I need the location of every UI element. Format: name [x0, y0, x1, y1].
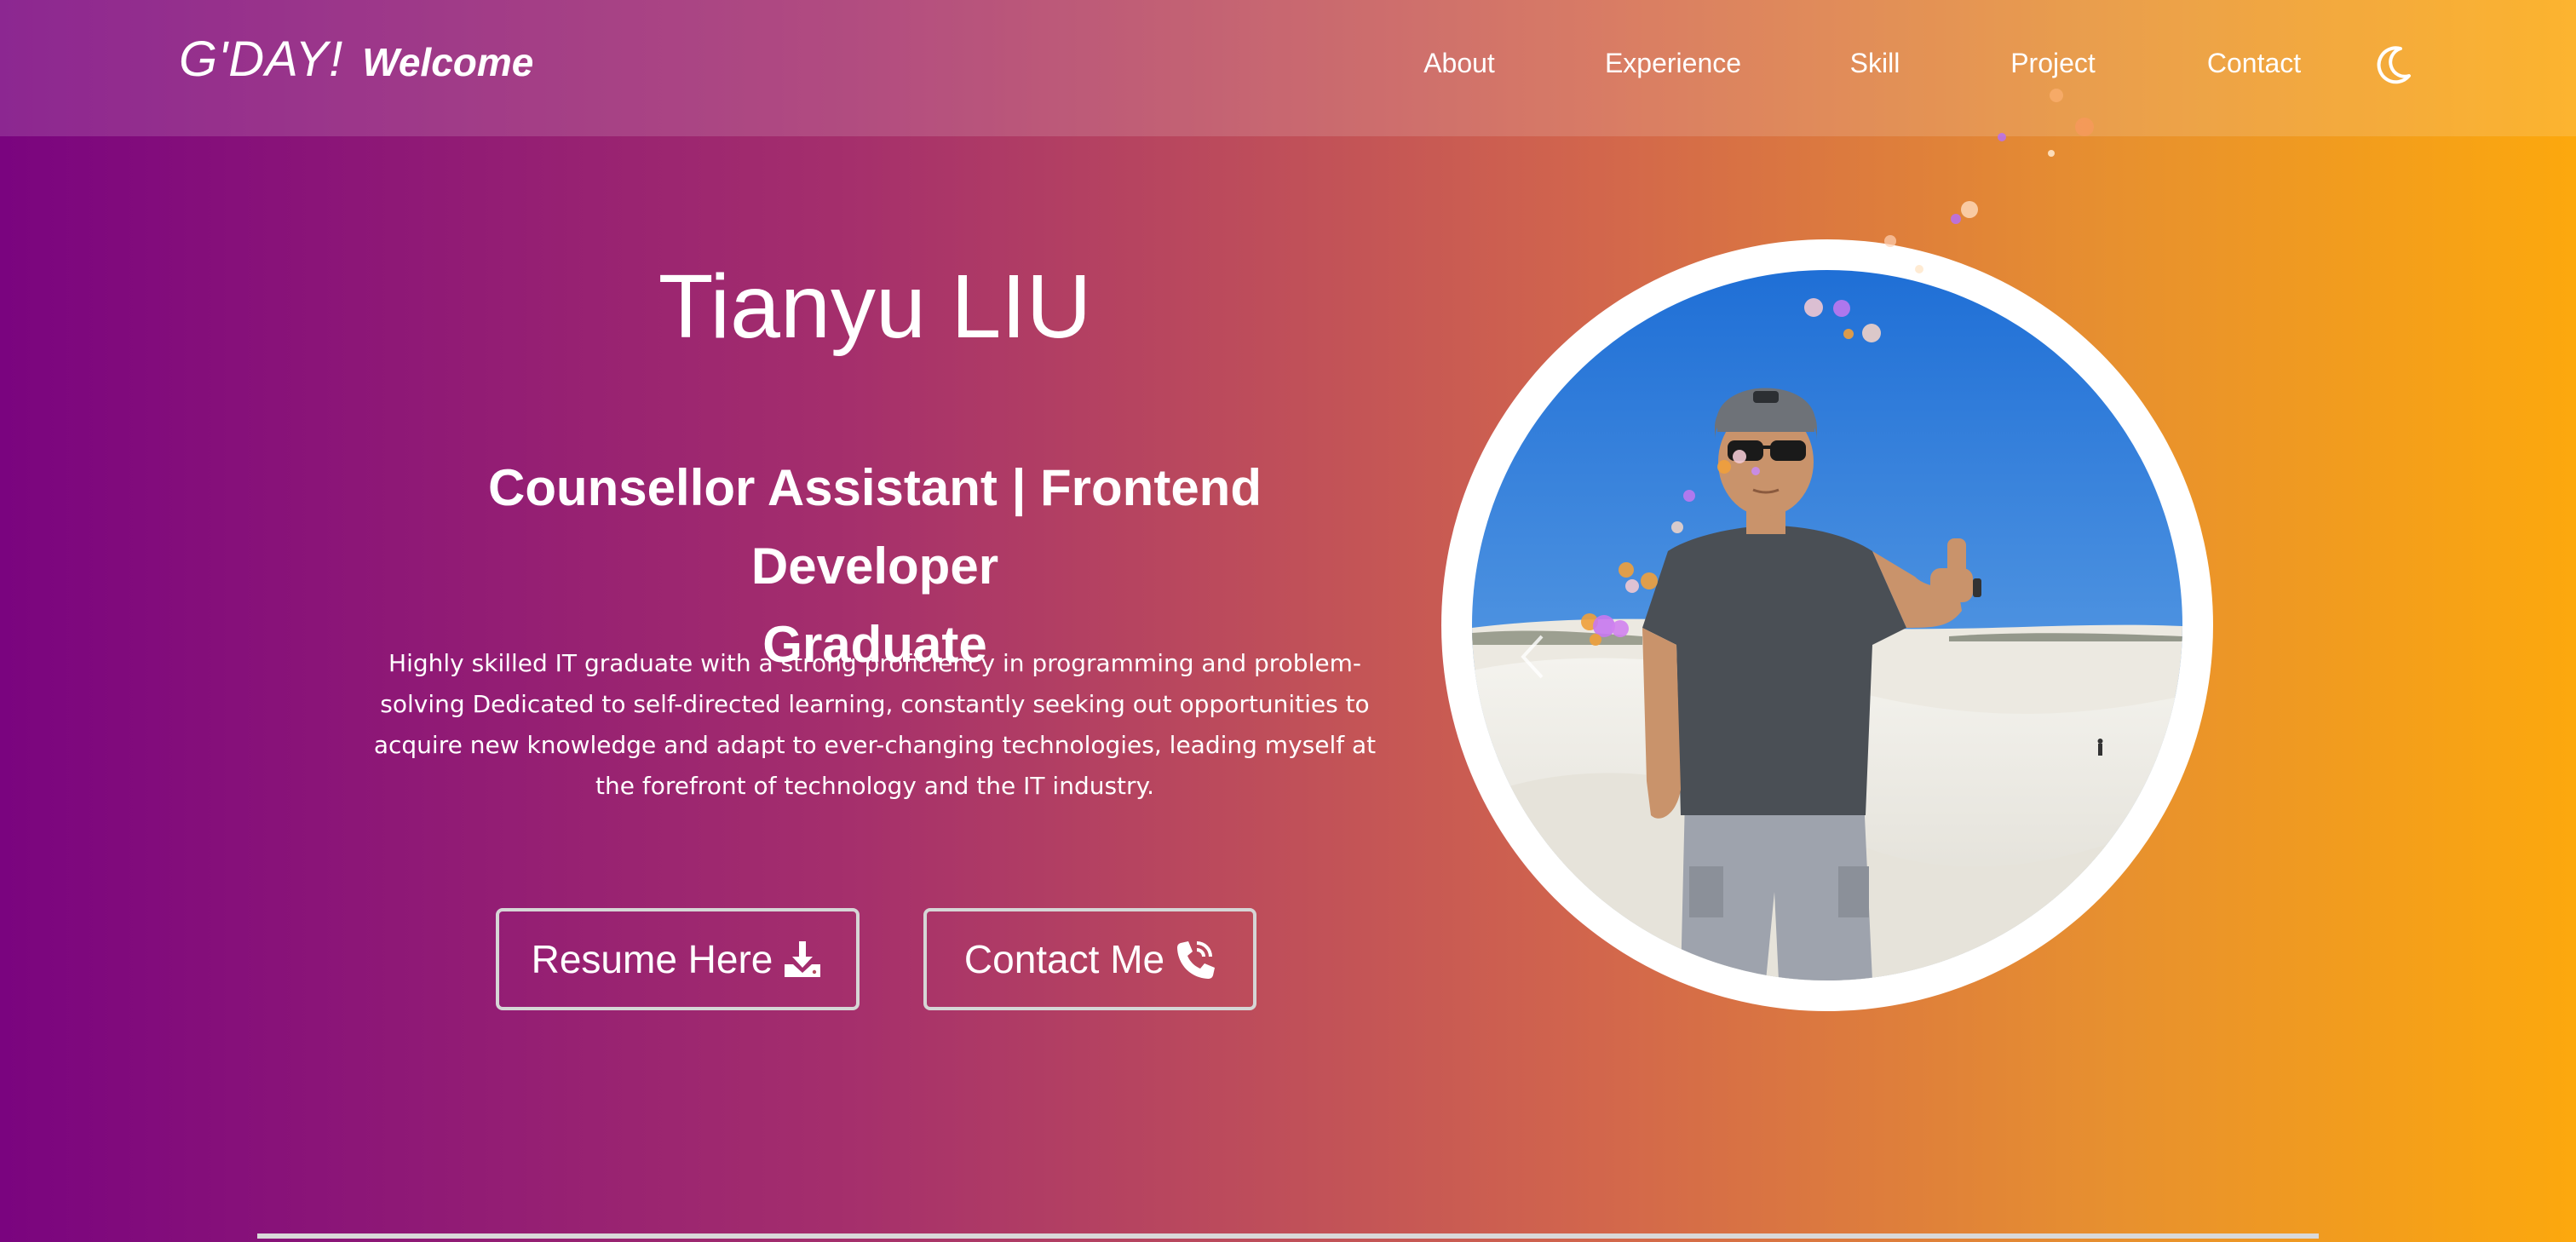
section-divider: [257, 1233, 2319, 1239]
particle: [1733, 450, 1746, 463]
particle: [2075, 118, 2094, 136]
nav-item-experience[interactable]: Experience: [1605, 48, 1741, 79]
particle: [1862, 324, 1881, 342]
particle: [1833, 300, 1850, 317]
chevron-left-icon[interactable]: [1516, 633, 1550, 681]
phone-call-icon: [1173, 938, 1216, 980]
particle: [1683, 490, 1695, 502]
particle: [1843, 329, 1854, 339]
hero-name: Tianyu LIU: [658, 256, 1092, 357]
download-icon: [781, 938, 824, 980]
particle: [1804, 298, 1823, 317]
particle: [1915, 265, 1923, 273]
nav-item-contact[interactable]: Contact: [2207, 48, 2301, 79]
contact-me-button-label: Contact Me: [963, 937, 1165, 981]
particle: [1751, 467, 1760, 475]
navbar: G'DAY! Welcome About Experience Skill Pr…: [0, 0, 2576, 136]
particle: [1590, 634, 1601, 646]
moon-icon[interactable]: [2375, 45, 2412, 86]
particle: [1951, 214, 1961, 224]
particle: [1998, 133, 2006, 141]
nav-item-about[interactable]: About: [1423, 48, 1495, 79]
profile-photo: [1472, 270, 2182, 980]
particle: [2048, 150, 2055, 157]
chevron-right-icon[interactable]: [2176, 633, 2182, 681]
nav-menu: About Experience Skill Project Contact: [0, 48, 2576, 90]
hero-description: Highly skilled IT graduate with a strong…: [373, 649, 1377, 800]
particle: [1717, 460, 1731, 474]
particle: [1625, 579, 1639, 593]
particle: [1619, 562, 1634, 578]
particle: [1961, 201, 1978, 218]
particle: [2050, 89, 2063, 102]
resume-button[interactable]: Resume Here: [496, 908, 860, 1010]
profile-carousel: [1441, 239, 2213, 1011]
resume-button-label: Resume Here: [531, 937, 773, 981]
particle: [1884, 235, 1896, 247]
nav-item-skill[interactable]: Skill: [1850, 48, 1900, 79]
particle: [1612, 620, 1629, 637]
hero-role-line1: Counsellor Assistant | Frontend Develope…: [488, 459, 1262, 595]
contact-me-button[interactable]: Contact Me: [923, 908, 1256, 1010]
particle: [1641, 572, 1658, 589]
particle: [1671, 521, 1683, 533]
nav-item-project[interactable]: Project: [2010, 48, 2096, 79]
